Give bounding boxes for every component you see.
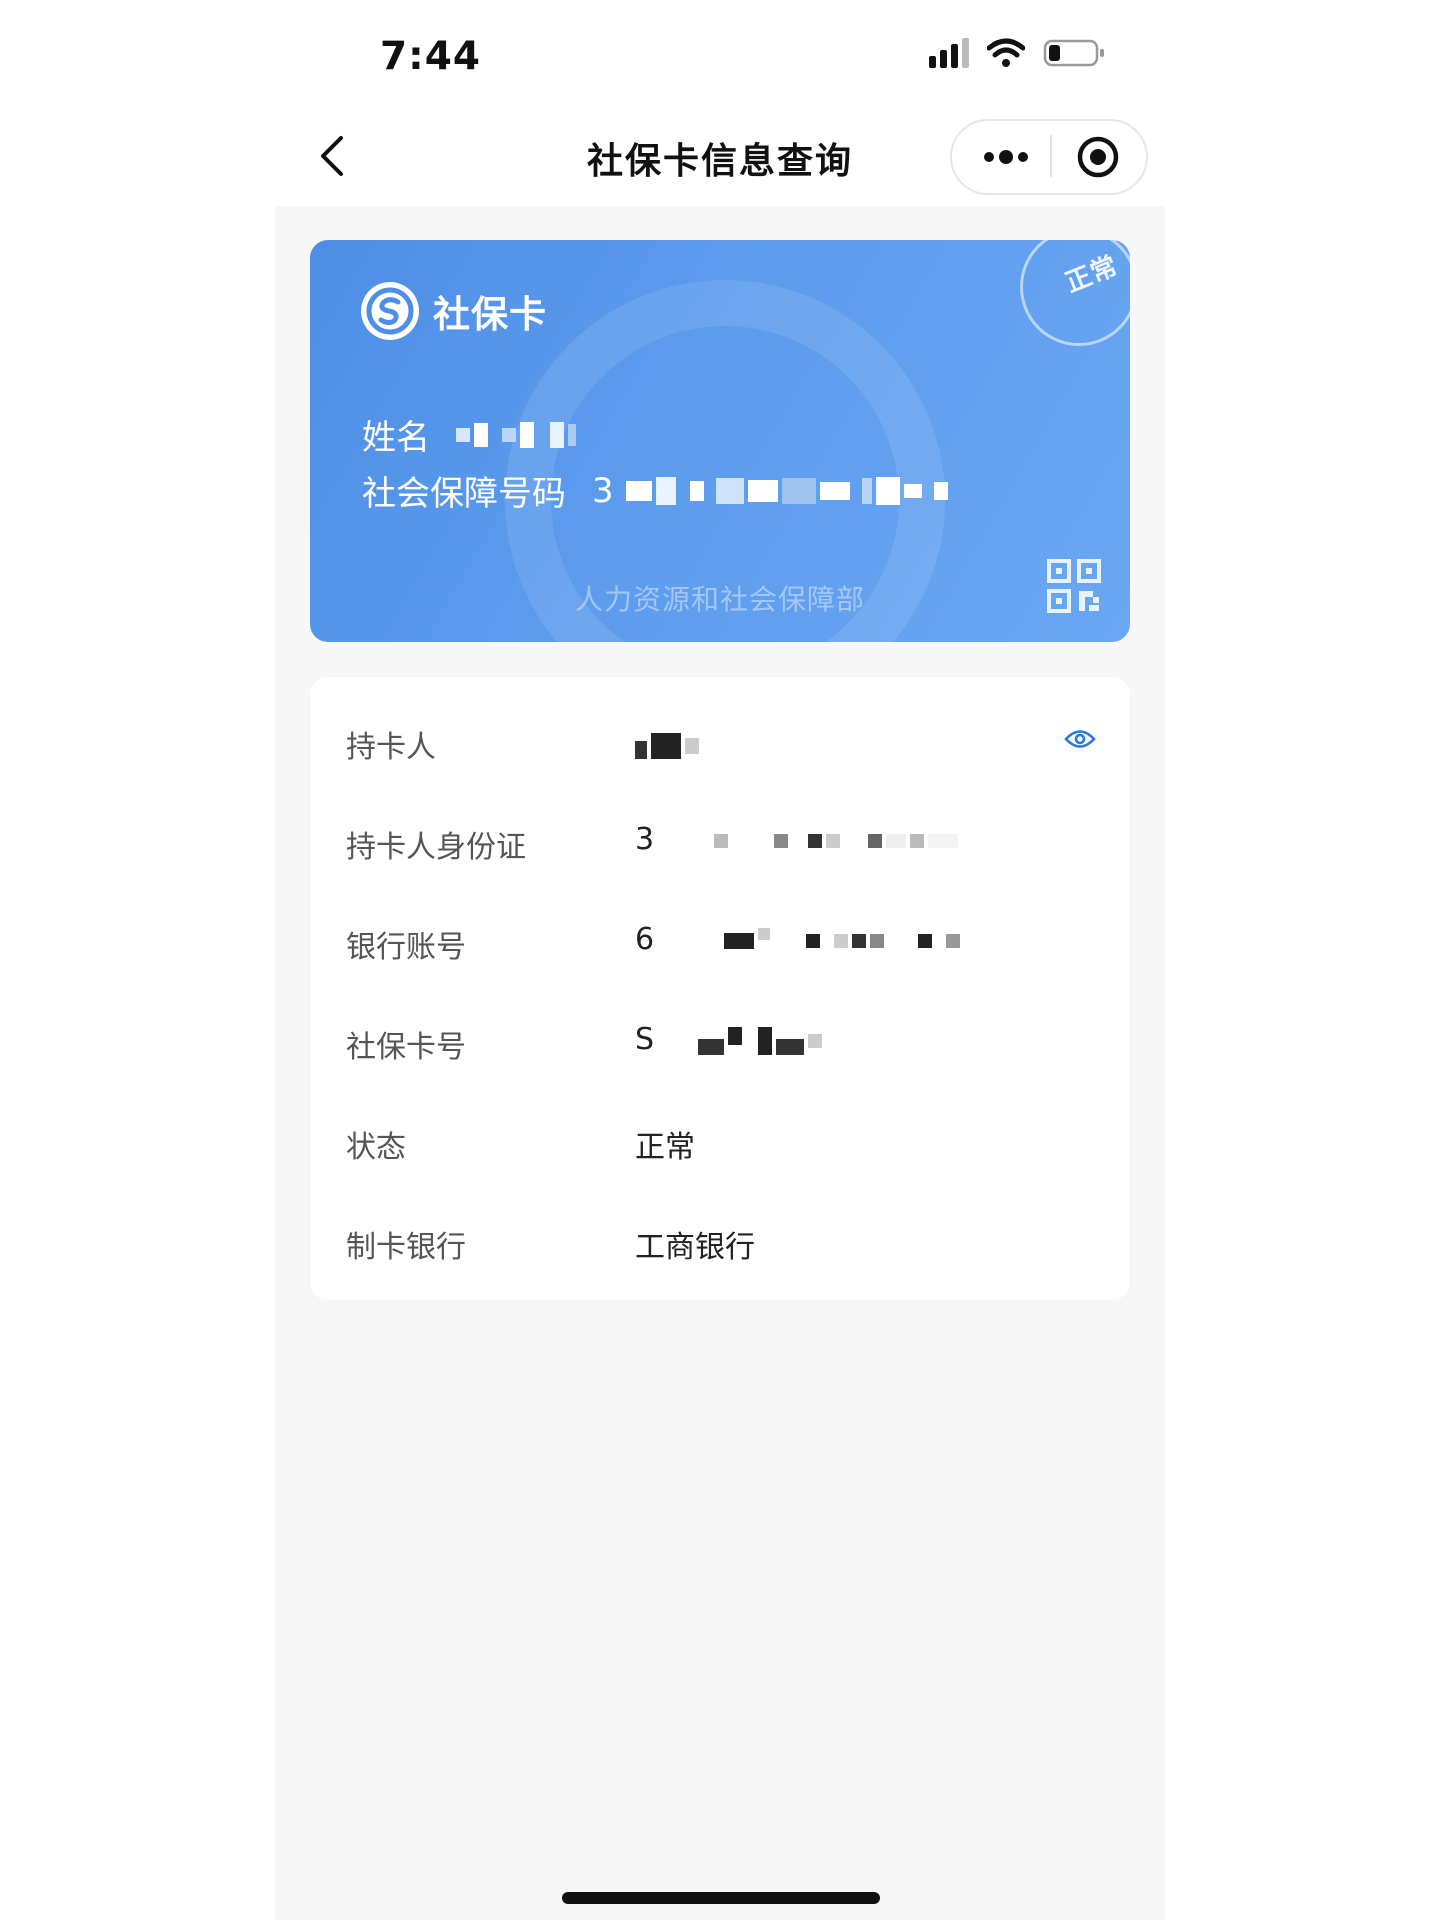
info-label: 社保卡号: [346, 1030, 466, 1065]
card-ssn-mosaic: [625, 476, 948, 505]
wifi-icon: [987, 38, 1025, 68]
info-label: 状态: [346, 1130, 406, 1165]
info-row-issuing-bank: 制卡银行 工商银行: [310, 1222, 1130, 1282]
social-security-logo-icon: [361, 282, 419, 340]
card-info-panel: 持卡人 持卡人身份证 3 银行账号 6 社保卡号 S 状态 正常 制卡银行 工商…: [310, 677, 1130, 1300]
info-value: S: [635, 1022, 822, 1057]
social-security-card[interactable]: 正常 社保卡 姓名 社会保障号码 3 人力资源和社会保障部: [310, 240, 1130, 642]
eye-icon: [1064, 730, 1096, 748]
phone-screen: 7:44 社保卡信息查询 正常 社保卡 姓名 社会保障号码 3 人力资源和社会保…: [275, 0, 1165, 1920]
qr-code-button[interactable]: [1046, 558, 1102, 618]
info-value: 工商银行: [635, 1230, 755, 1265]
id-mosaic: [713, 833, 958, 848]
more-button[interactable]: [982, 144, 1030, 174]
info-label: 持卡人身份证: [346, 830, 526, 865]
info-value-prefix: S: [635, 1022, 655, 1057]
card-ssn-label: 社会保障号码: [362, 474, 566, 514]
battery-icon: [1043, 38, 1105, 68]
close-capsule-icon: [1077, 136, 1119, 178]
card-ssn-row: 社会保障号码 3: [362, 466, 948, 515]
home-indicator: [562, 1892, 880, 1904]
info-row-bank-account: 银行账号 6: [310, 922, 1130, 982]
card-name-label: 姓名: [362, 418, 430, 458]
mini-program-capsule: [950, 119, 1148, 195]
toggle-visibility-button[interactable]: [1064, 728, 1096, 754]
card-name-row: 姓名: [362, 410, 576, 459]
info-value: 正常: [635, 1130, 695, 1165]
info-label: 持卡人: [346, 730, 436, 765]
card-number-mosaic: [697, 1026, 822, 1055]
holder-mosaic: [635, 732, 699, 759]
info-value-prefix: 6: [635, 922, 655, 957]
card-ssn-prefix: 3: [592, 470, 614, 511]
info-row-status: 状态 正常: [310, 1122, 1130, 1182]
info-row-card-number: 社保卡号 S: [310, 1022, 1130, 1082]
bank-mosaic: [723, 927, 960, 949]
info-value: 6: [635, 922, 960, 957]
more-icon: [984, 150, 1028, 164]
info-label: 制卡银行: [346, 1230, 466, 1265]
card-logo: 社保卡: [359, 280, 547, 342]
status-time: 7:44: [380, 34, 482, 79]
capsule-divider: [1050, 135, 1052, 177]
card-name-mosaic: [456, 421, 576, 448]
signal-icon: [929, 38, 969, 68]
card-brand: 社保卡: [433, 293, 547, 336]
info-value: 3: [635, 822, 958, 857]
status-icons: [929, 38, 1105, 68]
info-row-id-card: 持卡人身份证 3: [310, 822, 1130, 882]
info-value: [635, 722, 699, 759]
info-label: 银行账号: [346, 930, 466, 965]
info-row-holder: 持卡人: [310, 722, 1130, 782]
info-value-prefix: 3: [635, 822, 655, 857]
nav-bar: 社保卡信息查询: [275, 118, 1165, 198]
qr-code-icon: [1047, 559, 1101, 613]
card-ministry: 人力资源和社会保障部: [574, 583, 865, 616]
close-capsule-button[interactable]: [1076, 135, 1120, 183]
